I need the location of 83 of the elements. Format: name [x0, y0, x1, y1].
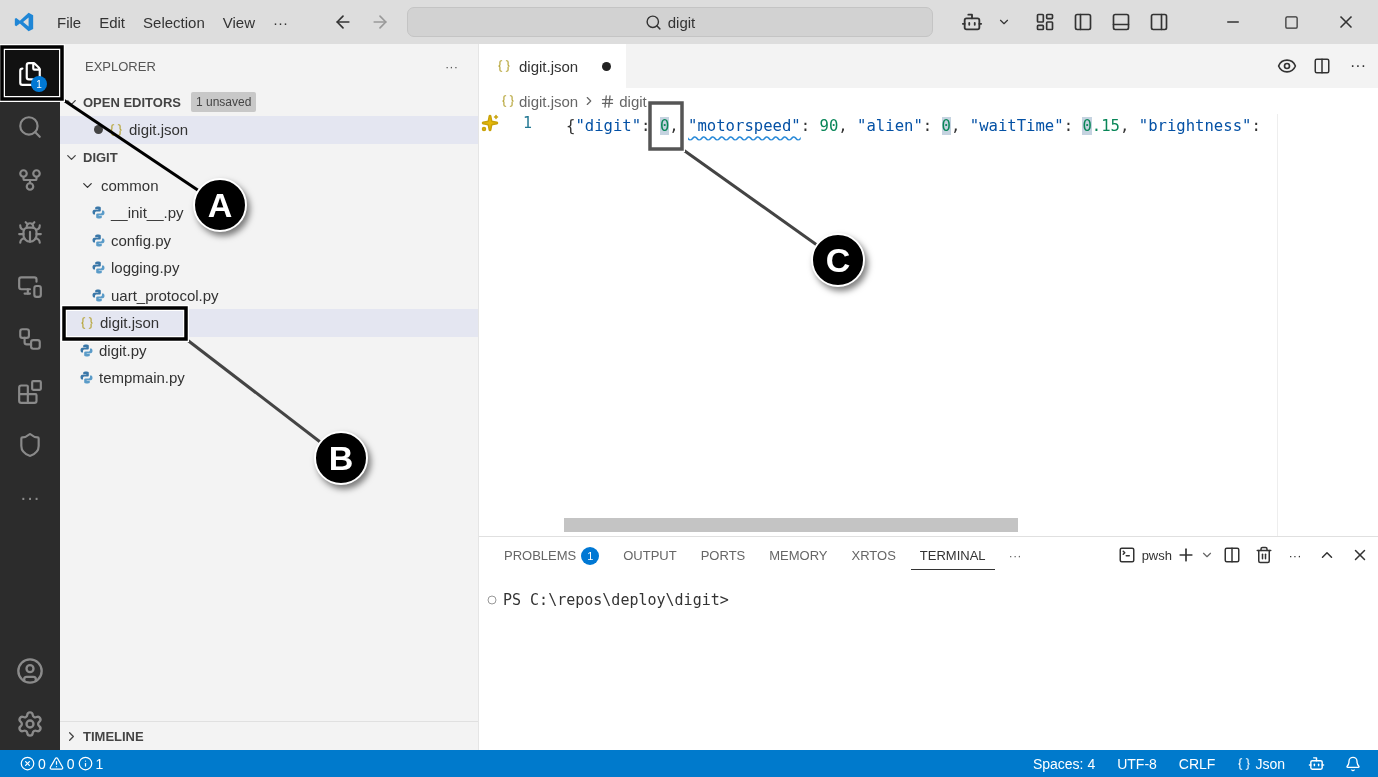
shield-icon — [17, 431, 43, 458]
secondary-sidebar-icon[interactable] — [1149, 12, 1169, 32]
menu-item[interactable]: ··· — [264, 13, 297, 31]
maximize-icon[interactable] — [1283, 14, 1299, 30]
breadcrumb-item[interactable]: digit.json — [519, 92, 579, 110]
more-button[interactable]: ··· — [0, 471, 60, 524]
python-file-icon — [80, 371, 93, 385]
warning-icon — [48, 756, 64, 771]
copilot-icon[interactable] — [1307, 755, 1325, 772]
code-line: {"digit": 0, "motorspeed": 90, "alien": 0, "waitTime": 0.15, "brightness": — [566, 116, 1261, 137]
trash-icon[interactable] — [1255, 546, 1273, 564]
panel-toggle-icon[interactable] — [1111, 12, 1131, 32]
braces-icon — [80, 315, 94, 330]
panel-tab[interactable]: OUTPUT — [614, 540, 686, 570]
tree-item[interactable]: uart_protocol.py — [111, 286, 219, 304]
terminal-icon — [1117, 546, 1136, 564]
tree-item[interactable]: common — [101, 176, 159, 194]
error-icon — [20, 756, 35, 771]
more-tabs-button[interactable]: ··· — [1000, 547, 1030, 563]
terminal-line: PS C:\repos\deploy\digit> — [503, 591, 729, 609]
panel-tab[interactable]: PORTS — [691, 540, 755, 570]
editor-tab[interactable]: digit.json — [479, 44, 626, 88]
sidebar-toggle-icon[interactable] — [1073, 12, 1093, 32]
callout-marker: C — [811, 233, 865, 287]
search-icon — [644, 13, 662, 31]
more-actions-button[interactable]: ··· — [1350, 57, 1366, 75]
tree-item[interactable]: tempmain.py — [99, 369, 185, 387]
problems-status[interactable]: 0 0 1 — [20, 755, 104, 772]
status-item[interactable]: Spaces: 4 — [1023, 755, 1105, 772]
sidebar-title: EXPLORER — [85, 58, 156, 74]
copilot-icon[interactable] — [961, 11, 983, 33]
notification-badge: 1 — [31, 76, 47, 92]
panel-tab[interactable]: TERMINAL — [910, 540, 995, 570]
app-logo-icon — [13, 11, 35, 33]
unsaved-badge: 1 unsaved — [191, 92, 257, 112]
more-actions-button[interactable]: ··· — [445, 58, 458, 74]
panel-tab[interactable]: XRTOS — [842, 540, 905, 570]
menu-item[interactable]: Edit — [90, 13, 135, 31]
bug-icon — [17, 219, 43, 246]
open-editor-item[interactable]: digit.json — [60, 116, 478, 144]
blocks-icon — [17, 378, 43, 405]
panel-tab[interactable]: PROBLEMS 1 — [495, 538, 609, 572]
python-file-icon — [92, 261, 105, 275]
status-item[interactable]: UTF-8 — [1108, 755, 1166, 772]
menu-item[interactable]: File — [48, 13, 91, 31]
layout-icon[interactable] — [1035, 12, 1055, 32]
breadcrumb-item[interactable]: digit — [619, 92, 647, 110]
more-actions-button[interactable]: ··· — [1288, 547, 1302, 563]
tree-item[interactable]: logging.py — [111, 259, 180, 277]
status-item[interactable]: CRLF — [1169, 755, 1225, 772]
tree-item[interactable]: __init__.py — [111, 204, 184, 222]
prompt-circle-icon — [487, 595, 497, 605]
python-file-icon — [92, 233, 105, 247]
menu-item[interactable]: Selection — [134, 13, 214, 31]
split-terminal-icon[interactable] — [1223, 546, 1241, 564]
menu-item[interactable]: View — [213, 13, 264, 31]
line-number: 1 — [522, 114, 533, 134]
braces-icon — [1237, 756, 1252, 771]
preview-icon[interactable] — [1277, 56, 1297, 76]
workflow-icon — [17, 325, 43, 352]
tree-item[interactable]: digit.py — [99, 341, 147, 359]
branch-icon — [17, 166, 43, 193]
tree-item[interactable]: config.py — [111, 231, 172, 249]
search-icon — [17, 113, 43, 140]
command-center-field[interactable]: digit — [407, 7, 933, 37]
braces-icon — [109, 122, 123, 137]
section-header[interactable]: DIGIT — [60, 143, 478, 172]
explorer-icon — [17, 60, 43, 87]
split-editor-icon[interactable] — [1313, 57, 1331, 75]
python-file-icon — [80, 343, 93, 357]
python-file-icon — [92, 206, 105, 220]
panel-tab[interactable]: MEMORY — [760, 540, 837, 570]
hash-icon — [600, 93, 616, 109]
info-icon — [77, 756, 93, 771]
count-badge: 1 — [581, 546, 600, 565]
terminal-profile-button[interactable]: pwsh — [1117, 546, 1172, 564]
braces-icon — [497, 59, 511, 73]
section-header[interactable]: OPEN EDITORS 1 unsaved — [60, 88, 478, 116]
status-item[interactable]: Json — [1228, 755, 1294, 772]
braces-icon — [501, 94, 515, 108]
scrollbar-thumb[interactable] — [564, 518, 1018, 532]
python-file-icon — [92, 288, 105, 302]
bell-icon[interactable] — [1345, 755, 1361, 772]
